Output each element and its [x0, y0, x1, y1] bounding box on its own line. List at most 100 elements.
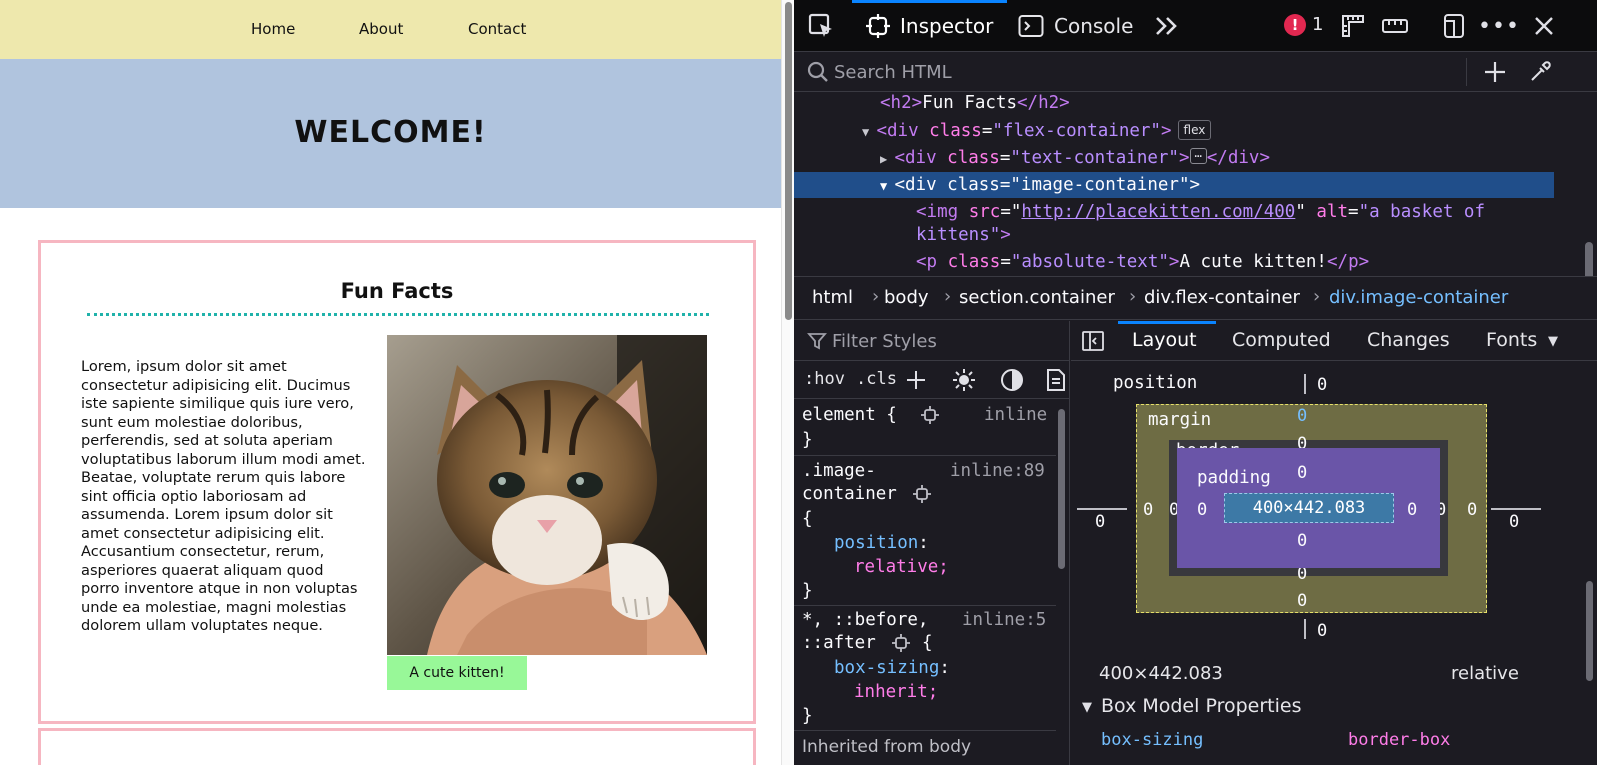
tab-changes[interactable]: Changes — [1367, 329, 1450, 351]
breadcrumb-image-container[interactable]: div.image-container — [1329, 287, 1508, 308]
add-node-icon[interactable] — [1482, 59, 1508, 85]
search-divider — [1466, 58, 1467, 86]
hero-banner: WELCOME! — [0, 59, 781, 208]
markup-node-flex-container[interactable]: ▼ <div class="flex-container"> flex — [862, 118, 1597, 144]
close-icon[interactable] — [1530, 12, 1558, 40]
declaration-position[interactable]: position: — [834, 531, 929, 555]
add-rule-icon[interactable] — [904, 368, 928, 392]
rule-image-container-selector-cont: container — [802, 484, 897, 504]
margin-bottom-value[interactable]: 0 — [1297, 591, 1307, 611]
content-size-box[interactable]: 400×442.083 — [1224, 493, 1394, 523]
breadcrumb-section[interactable]: section.container — [959, 287, 1115, 308]
padding-top-value[interactable]: 0 — [1297, 463, 1307, 483]
markup-scrollbar[interactable] — [1585, 242, 1593, 276]
breadcrumb-body[interactable]: body — [884, 287, 929, 308]
rule-image-container-source[interactable]: inline:89 — [950, 459, 1045, 483]
flex-badge[interactable]: flex — [1177, 120, 1212, 140]
tab-console[interactable]: Console — [1018, 0, 1133, 52]
padding-bottom-value[interactable]: 0 — [1297, 531, 1307, 551]
rules-scrollbar[interactable] — [1058, 409, 1065, 569]
rule-universal-source[interactable]: inline:5 — [962, 608, 1046, 632]
padding-right-value[interactable]: 0 — [1407, 500, 1417, 520]
responsive-design-icon[interactable] — [1440, 12, 1468, 40]
collapsed-content-icon[interactable]: ⋯ — [1189, 148, 1207, 164]
image-caption: A cute kitten! — [387, 656, 527, 690]
markup-node-image-container[interactable]: ▼ <div class="image-container"> — [794, 172, 1554, 198]
hov-toggle[interactable]: :hov — [804, 369, 845, 389]
error-icon[interactable]: ! — [1284, 14, 1306, 36]
tab-fonts[interactable]: Fonts — [1486, 329, 1537, 351]
rule-universal-open: { — [922, 633, 933, 653]
tab-layout[interactable]: Layout — [1132, 329, 1197, 351]
rule-divider — [794, 605, 1056, 606]
page-scrollbar[interactable] — [781, 0, 794, 765]
rules-pane: :hov .cls element { inline } .image- inl… — [794, 321, 1070, 765]
print-media-icon[interactable] — [1044, 367, 1068, 393]
node-target-icon[interactable] — [920, 405, 940, 425]
markup-view: <h2>Fun Facts</h2> ▼ <div class="flex-co… — [794, 92, 1597, 276]
cls-toggle[interactable]: .cls — [856, 369, 897, 389]
nav-home-link[interactable]: Home — [251, 20, 295, 38]
error-count[interactable]: 1 — [1312, 14, 1323, 35]
declaration-position-value[interactable]: relative; — [854, 555, 949, 579]
position-right-value[interactable]: 0 — [1509, 512, 1519, 532]
position-left-value[interactable]: 0 — [1095, 512, 1105, 532]
top-navigation: Home About Contact — [0, 0, 781, 59]
chevron-right-icon: › — [944, 286, 952, 307]
markup-node-p[interactable]: <p class="absolute-text">A cute kitten!<… — [916, 249, 1597, 275]
img-src-link[interactable]: http://placekitten.com/400 — [1021, 202, 1295, 222]
layout-scrollbar[interactable] — [1586, 581, 1593, 681]
nav-contact-link[interactable]: Contact — [468, 20, 526, 38]
expand-triangle-icon[interactable]: ▼ — [1079, 699, 1095, 715]
layout-pane: Layout Computed Changes Fonts ▼ position… — [1071, 321, 1597, 765]
node-target-icon[interactable] — [891, 633, 911, 653]
rule-universal-close: } — [802, 706, 813, 726]
box-sizing-property: box-sizing — [1101, 730, 1204, 750]
declaration-box-sizing[interactable]: box-sizing: — [834, 656, 950, 680]
console-icon — [1018, 14, 1044, 38]
page-scrollbar-thumb[interactable] — [785, 2, 792, 320]
breadcrumb-html[interactable]: html — [812, 287, 853, 308]
rulers-icon[interactable] — [1339, 12, 1367, 40]
toggle-sidebar-icon[interactable] — [1081, 330, 1105, 352]
fun-facts-section: Fun Facts Lorem, ipsum dolor sit amet co… — [38, 240, 756, 724]
box-model-properties-header[interactable]: Box Model Properties — [1101, 695, 1301, 717]
breadcrumb-flex-container[interactable]: div.flex-container — [1144, 287, 1300, 308]
more-tabs-chevron-icon[interactable] — [1152, 12, 1182, 40]
more-options-icon[interactable]: ••• — [1478, 12, 1519, 40]
position-top-value[interactable]: 0 — [1317, 375, 1327, 395]
element-picker-icon[interactable] — [806, 11, 836, 41]
collapse-triangle-icon[interactable]: ▼ — [880, 179, 894, 193]
section-title: Fun Facts — [340, 279, 454, 303]
markup-node-h2[interactable]: <h2>Fun Facts</h2> — [880, 92, 1597, 116]
measure-icon[interactable] — [1380, 14, 1410, 38]
declaration-box-sizing-value[interactable]: inherit; — [854, 680, 938, 704]
padding-label: padding — [1197, 468, 1271, 488]
chevron-down-icon[interactable]: ▼ — [1543, 331, 1563, 351]
search-icon — [806, 60, 830, 84]
devtools-toolbar: Inspector Console ! 1 ••• — [794, 0, 1597, 52]
tab-computed[interactable]: Computed — [1232, 329, 1331, 351]
margin-right-value[interactable]: 0 — [1467, 500, 1477, 520]
rule-element-source[interactable]: inline — [984, 403, 1047, 427]
markup-node-text-container[interactable]: ▶ <div class="text-container"> ⋯ </div> — [880, 145, 1597, 171]
eyedropper-icon[interactable] — [1527, 59, 1553, 85]
expand-triangle-icon[interactable]: ▶ — [880, 152, 894, 166]
position-right-line — [1491, 508, 1541, 510]
dark-mode-icon[interactable] — [999, 367, 1025, 393]
position-bottom-value[interactable]: 0 — [1317, 621, 1327, 641]
light-mode-icon[interactable] — [951, 367, 977, 393]
inspector-icon — [866, 14, 890, 38]
padding-left-value[interactable]: 0 — [1197, 500, 1207, 520]
margin-top-value[interactable]: 0 — [1297, 406, 1307, 426]
nav-about-link[interactable]: About — [359, 20, 403, 38]
margin-label: margin — [1148, 410, 1212, 430]
tab-inspector[interactable]: Inspector — [851, 0, 1008, 52]
node-target-icon[interactable] — [912, 484, 932, 504]
rule-image-container-selector: .image- — [802, 461, 876, 481]
tab-inspector-label: Inspector — [900, 14, 994, 38]
html-search-input[interactable] — [834, 58, 1454, 86]
margin-left-value[interactable]: 0 — [1143, 500, 1153, 520]
collapse-triangle-icon[interactable]: ▼ — [862, 125, 876, 139]
filter-styles-input[interactable] — [832, 329, 1052, 353]
